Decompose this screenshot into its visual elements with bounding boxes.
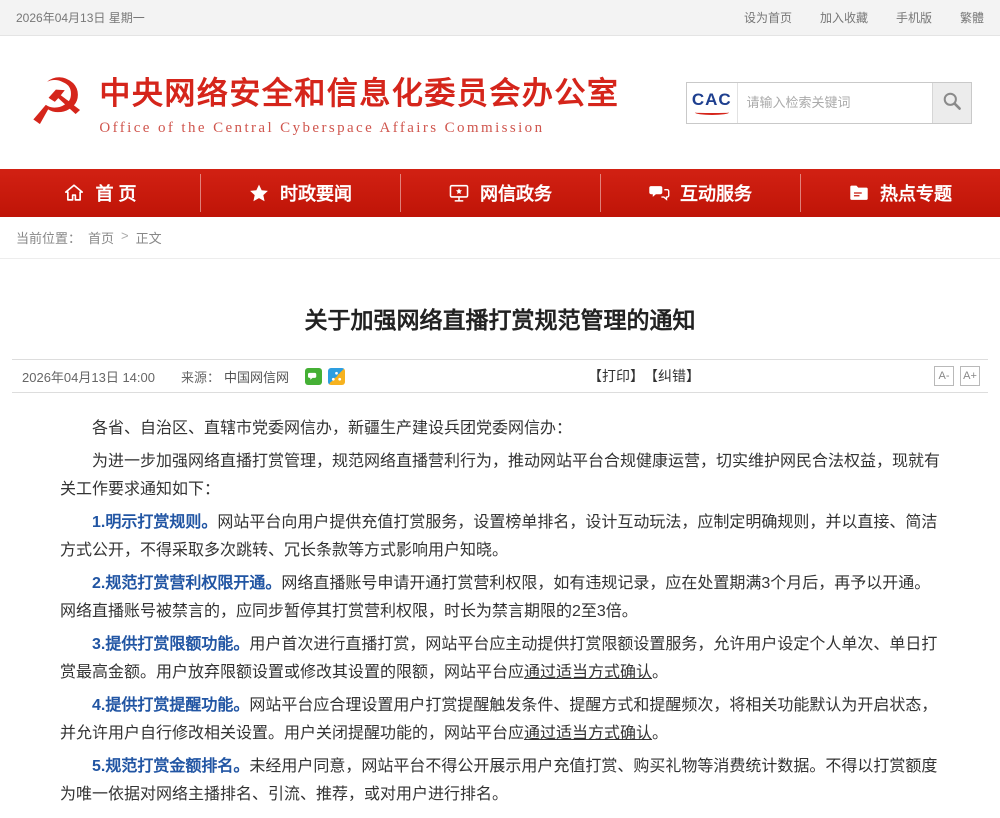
article-body: 各省、自治区、直辖市党委网信办，新疆生产建设兵团党委网信办： 为进一步加强网络直播… bbox=[60, 415, 940, 809]
search-icon bbox=[942, 91, 962, 114]
paragraph-lead: 3.提供打赏限额功能。 bbox=[92, 636, 249, 653]
nav-item-label: 时政要闻 bbox=[280, 180, 352, 206]
breadcrumb-item[interactable]: 首页 bbox=[88, 228, 114, 247]
party-emblem-logo: ☭ bbox=[28, 71, 85, 135]
font-decrease-button[interactable]: A- bbox=[934, 366, 954, 386]
font-size-controls: A- A+ bbox=[934, 366, 980, 386]
paragraph: 2.规范打赏营利权限开通。网络直播账号申请开通打赏营利权限，如有违规记录，应在处… bbox=[60, 570, 940, 626]
site-title-block: 中央网络安全和信息化委员会办公室 Office of the Central C… bbox=[99, 68, 619, 137]
font-increase-button[interactable]: A+ bbox=[960, 366, 980, 386]
home-icon bbox=[63, 182, 85, 204]
paragraph: 1.明示打赏规则。网站平台向用户提供充值打赏服务，设置榜单排名，设计互动玩法，应… bbox=[60, 509, 940, 565]
top-utility-bar: 2026年04月13日 星期一 设为首页 加入收藏 手机版 繁體 bbox=[0, 0, 1000, 36]
print-correct-group: 【打印】 【纠错】 bbox=[588, 366, 700, 386]
paragraph-lead: 2.规范打赏营利权限开通。 bbox=[92, 575, 281, 592]
paragraph: 为进一步加强网络直播打赏管理，规范网络直播营利行为，推动网站平台合规健康运营，切… bbox=[60, 448, 940, 504]
nav-item-topics[interactable]: 热点专题 bbox=[800, 169, 1000, 217]
article-title: 关于加强网络直播打赏规范管理的通知 bbox=[60, 301, 940, 335]
site-title: 中央网络安全和信息化委员会办公室 bbox=[99, 68, 619, 113]
nav-item-label: 热点专题 bbox=[880, 180, 952, 206]
wechat-share-icon[interactable] bbox=[305, 368, 322, 385]
paragraph-text: 为进一步加强网络直播打赏管理，规范网络直播营利行为，推动网站平台合规健康运营，切… bbox=[60, 453, 940, 498]
site-header: ☭ 中央网络安全和信息化委员会办公室 Office of the Central… bbox=[0, 36, 1000, 169]
article: 关于加强网络直播打赏规范管理的通知 2026年04月13日 14:00 来源： … bbox=[0, 301, 1000, 809]
nav-item-label: 网信政务 bbox=[480, 180, 552, 206]
paragraph-lead: 4.提供打赏提醒功能。 bbox=[92, 697, 249, 714]
source-label: 来源： bbox=[181, 367, 220, 386]
topbar-link[interactable]: 手机版 bbox=[896, 9, 932, 26]
folder-icon bbox=[848, 182, 870, 204]
paragraph-text: 各省、自治区、直辖市党委网信办，新疆生产建设兵团党委网信办： bbox=[92, 420, 572, 437]
breadcrumb-separator: > bbox=[121, 228, 129, 247]
site-subtitle: Office of the Central Cyberspace Affairs… bbox=[99, 120, 619, 137]
search-button[interactable] bbox=[932, 83, 971, 123]
share-icons bbox=[305, 368, 345, 385]
paragraph-lead: 1.明示打赏规则。 bbox=[92, 514, 217, 531]
correct-button[interactable]: 【纠错】 bbox=[644, 366, 700, 386]
paragraph: 各省、自治区、直辖市党委网信办，新疆生产建设兵团党委网信办： bbox=[60, 415, 940, 443]
nav-item-home[interactable]: 首 页 bbox=[0, 169, 200, 217]
paragraph-text: 。 bbox=[652, 725, 668, 742]
nav-item-label: 首 页 bbox=[95, 180, 136, 206]
topbar-link[interactable]: 繁體 bbox=[960, 9, 984, 26]
article-meta-bar: 2026年04月13日 14:00 来源： 中国网信网 【打印】 【纠错】 A-… bbox=[12, 359, 988, 393]
main-nav: 首 页 时政要闻 网信政务 互动服务 热点专题 bbox=[0, 169, 1000, 217]
breadcrumb-label: 当前位置： bbox=[16, 228, 81, 247]
article-datetime: 2026年04月13日 14:00 bbox=[22, 367, 155, 386]
paragraph: 5.规范打赏金额排名。未经用户同意，网站平台不得公开展示用户充值打赏、购买礼物等… bbox=[60, 753, 940, 809]
paragraph-lead: 5.规范打赏金额排名。 bbox=[92, 758, 249, 775]
nav-item-gov[interactable]: 网信政务 bbox=[400, 169, 600, 217]
breadcrumb-items: 首页 > 正文 bbox=[88, 228, 162, 247]
print-button[interactable]: 【打印】 bbox=[588, 366, 644, 386]
nav-item-news[interactable]: 时政要闻 bbox=[200, 169, 400, 217]
paragraph: 4.提供打赏提醒功能。网站平台应合理设置用户打赏提醒触发条件、提醒方式和提醒频次… bbox=[60, 692, 940, 748]
source-name[interactable]: 中国网信网 bbox=[224, 367, 289, 386]
breadcrumb: 当前位置： 首页 > 正文 bbox=[0, 217, 1000, 259]
paragraph-text: 通过适当方式确认 bbox=[524, 664, 652, 681]
search-box: CAC bbox=[686, 82, 972, 124]
paragraph-text: 通过适当方式确认 bbox=[524, 725, 652, 742]
current-date: 2026年04月13日 星期一 bbox=[16, 9, 145, 26]
nav-item-label: 互动服务 bbox=[680, 180, 752, 206]
nav-item-service[interactable]: 互动服务 bbox=[600, 169, 800, 217]
breadcrumb-item: 正文 bbox=[136, 228, 162, 247]
star-icon bbox=[248, 182, 270, 204]
monitor-icon bbox=[448, 182, 470, 204]
chat-icon bbox=[648, 182, 670, 204]
paragraph-text: 。 bbox=[652, 664, 668, 681]
topbar-link[interactable]: 设为首页 bbox=[744, 9, 792, 26]
search-input[interactable] bbox=[737, 83, 932, 123]
topbar-link[interactable]: 加入收藏 bbox=[820, 9, 868, 26]
topbar-links: 设为首页 加入收藏 手机版 繁體 bbox=[744, 9, 984, 26]
cac-logo: CAC bbox=[687, 83, 737, 123]
more-share-icon[interactable] bbox=[328, 368, 345, 385]
paragraph: 3.提供打赏限额功能。用户首次进行直播打赏，网站平台应主动提供打赏限额设置服务，… bbox=[60, 631, 940, 687]
